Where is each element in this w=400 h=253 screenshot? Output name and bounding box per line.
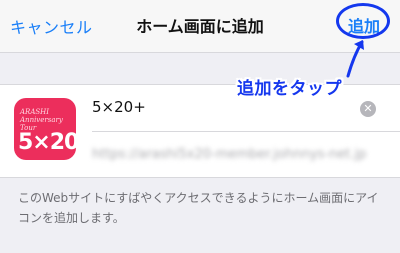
app-icon: ARASHI Anniversary Tour 5×20+ [14,98,76,160]
divider [92,131,400,132]
clear-text-icon[interactable]: ✕ [360,101,376,117]
highlight-circle [336,3,390,39]
icon-title: 5×20+ [18,130,76,155]
url-field: https://arashi5x20-member.johnnys-net.jp [92,147,367,162]
annotation-label: 追加をタップ [237,79,342,99]
name-input[interactable]: 5×20+ [92,98,146,116]
icon-subtitle: ARASHI Anniversary Tour [20,108,63,132]
annotation-arrow-icon [346,40,364,78]
hint-text: このWebサイトにすばやくアクセスできるようにホーム画面にアイコンを追加します。 [18,191,379,225]
